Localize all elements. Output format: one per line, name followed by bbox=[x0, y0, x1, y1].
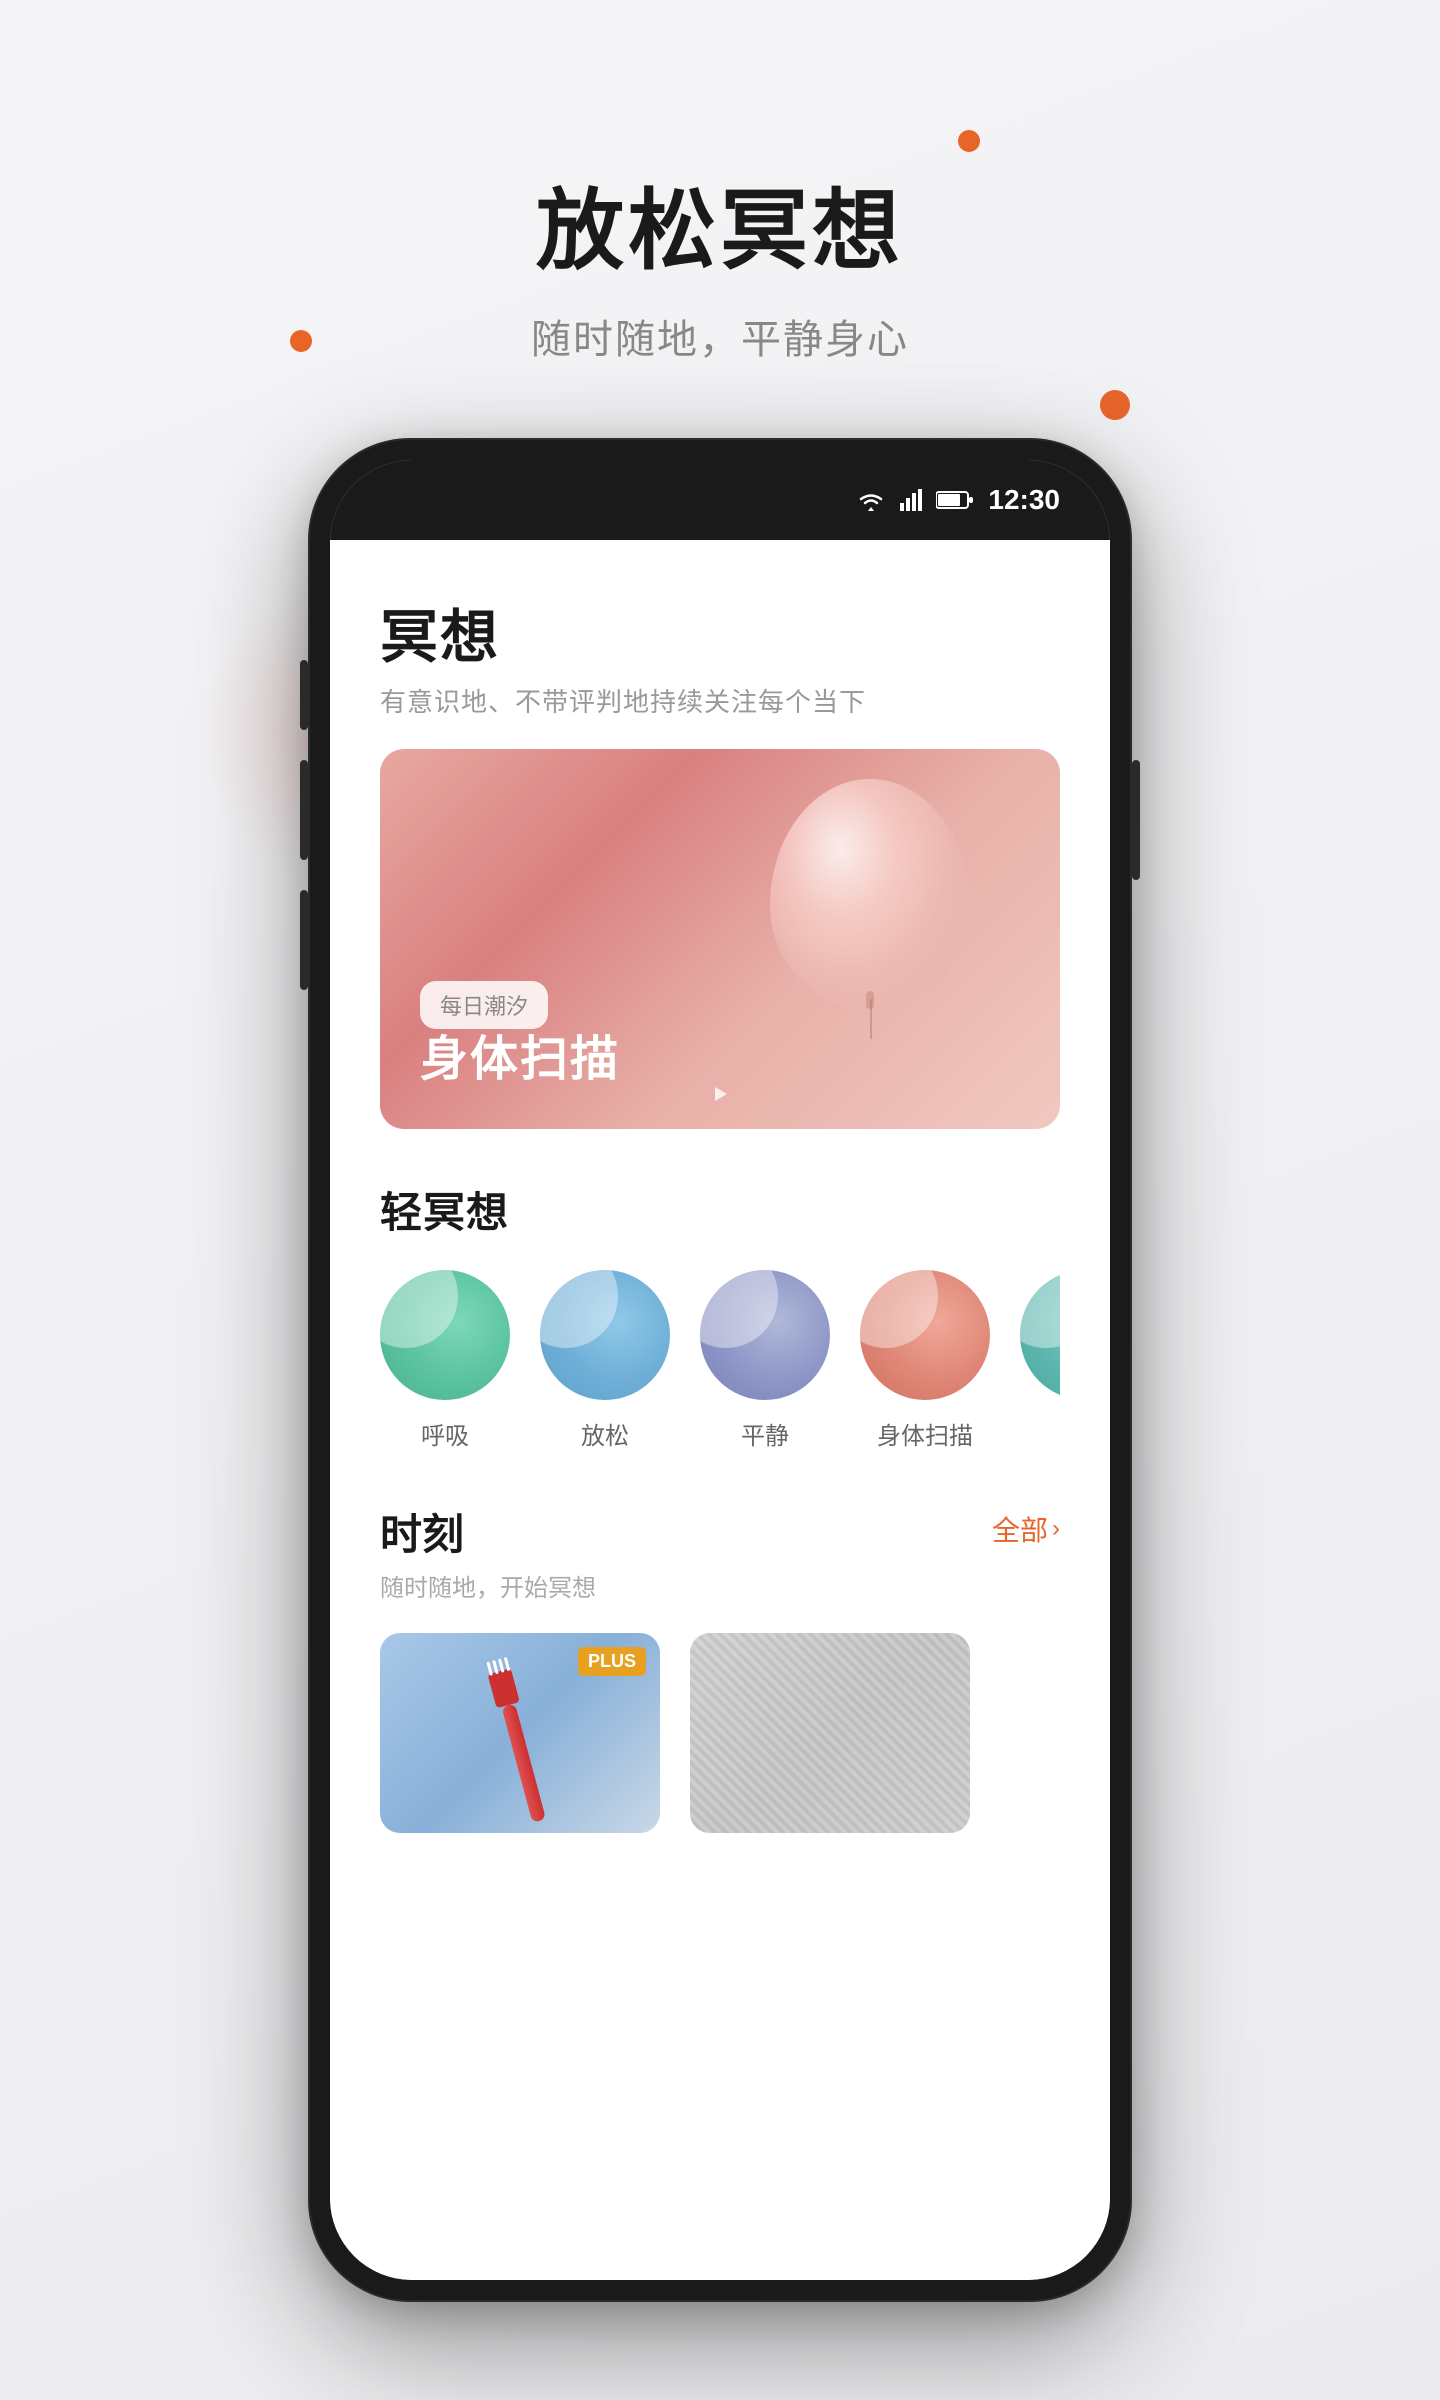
page-header: 放松冥想 随时随地，平静身心 bbox=[0, 160, 1440, 365]
decorative-dot-right bbox=[1100, 390, 1130, 420]
play-indicator bbox=[710, 1084, 730, 1109]
hero-banner[interactable]: 每日潮汐 身体扫描 bbox=[380, 749, 1060, 1129]
moments-subtitle: 随时随地，开始冥想 bbox=[380, 1568, 596, 1603]
moments-header: 时刻 随时随地，开始冥想 全部 › bbox=[380, 1501, 1060, 1603]
circle-item-body-scan[interactable]: 身体扫描 bbox=[860, 1270, 990, 1451]
decorative-dot-top bbox=[958, 130, 980, 152]
meditation-header: 冥想 有意识地、不带评判地持续关注每个当下 bbox=[380, 590, 1060, 719]
meditation-section-desc: 有意识地、不带评判地持续关注每个当下 bbox=[380, 682, 1060, 719]
volume-up-button bbox=[300, 760, 308, 860]
status-icons: 12:30 bbox=[856, 484, 1060, 516]
bristle-1 bbox=[486, 1662, 493, 1676]
moments-title: 时刻 bbox=[380, 1501, 596, 1562]
circle-bubble-body-scan bbox=[860, 1270, 990, 1400]
circle-label-breathing: 呼吸 bbox=[421, 1416, 469, 1451]
app-inner: 冥想 有意识地、不带评判地持续关注每个当下 每日潮汐 身体扫描 bbox=[330, 540, 1110, 2280]
moments-more-button[interactable]: 全部 › bbox=[992, 1509, 1060, 1549]
toothbrush-handle bbox=[501, 1703, 546, 1823]
signal-icon bbox=[900, 489, 922, 511]
moments-title-group: 时刻 随时随地，开始冥想 bbox=[380, 1501, 596, 1603]
toothbrush-image: PLUS bbox=[380, 1633, 660, 1833]
circle-label-calm: 平静 bbox=[741, 1416, 789, 1451]
balloon-illustration bbox=[760, 779, 980, 1039]
bristle-2 bbox=[492, 1660, 499, 1674]
hero-title: 身体扫描 bbox=[420, 1019, 620, 1089]
circle-label-body-scan: 身体扫描 bbox=[877, 1416, 973, 1451]
phone-screen: 12:30 冥想 有意识地、不带评判地持续关注每个当下 bbox=[330, 460, 1110, 2280]
bristle-4 bbox=[504, 1657, 511, 1671]
wifi-icon bbox=[856, 489, 886, 511]
toothbrush-head bbox=[488, 1668, 520, 1708]
moment-card-fabric[interactable] bbox=[690, 1633, 970, 1833]
circle-label-relax: 放松 bbox=[581, 1416, 629, 1451]
page-subtitle: 随时随地，平静身心 bbox=[0, 307, 1440, 365]
phone-body: 12:30 冥想 有意识地、不带评判地持续关注每个当下 bbox=[310, 440, 1130, 2300]
circle-item-breathing[interactable]: 呼吸 bbox=[380, 1270, 510, 1451]
toothbrush-illustration bbox=[493, 1670, 551, 1823]
balloon-string bbox=[870, 999, 872, 1039]
circle-item-relax[interactable]: 放松 bbox=[540, 1270, 670, 1451]
circle-bubble-relax bbox=[540, 1270, 670, 1400]
meditation-section-title: 冥想 bbox=[380, 590, 1060, 674]
status-bar: 12:30 bbox=[330, 460, 1110, 540]
toothbrush-bristles bbox=[486, 1657, 510, 1676]
volume-down-button bbox=[300, 890, 308, 990]
status-time: 12:30 bbox=[988, 484, 1060, 516]
circle-item-calm[interactable]: 平静 bbox=[700, 1270, 830, 1451]
circle-bubble-breathing bbox=[380, 1270, 510, 1400]
circle-bubble-more bbox=[1020, 1270, 1060, 1400]
circle-bubble-calm bbox=[700, 1270, 830, 1400]
notch bbox=[620, 460, 820, 520]
phone-mockup: 12:30 冥想 有意识地、不带评判地持续关注每个当下 bbox=[310, 440, 1130, 2300]
moments-cards-row: PLUS bbox=[380, 1633, 1060, 1833]
bristle-3 bbox=[498, 1658, 505, 1672]
light-meditation-title: 轻冥想 bbox=[380, 1179, 1060, 1240]
meditation-circles-row: 呼吸 放松 平静 bbox=[380, 1270, 1060, 1451]
circle-item-more[interactable]: 暂 bbox=[1020, 1270, 1060, 1451]
app-content: 冥想 有意识地、不带评判地持续关注每个当下 每日潮汐 身体扫描 bbox=[330, 540, 1110, 2280]
power-button bbox=[1132, 760, 1140, 880]
balloon-body bbox=[770, 779, 970, 1009]
chevron-right-icon: › bbox=[1052, 1515, 1060, 1543]
mute-button bbox=[300, 660, 308, 730]
moments-more-label: 全部 bbox=[992, 1509, 1048, 1549]
moment-card-toothbrush[interactable]: PLUS bbox=[380, 1633, 660, 1833]
fabric-pattern bbox=[690, 1633, 970, 1833]
plus-badge: PLUS bbox=[578, 1647, 646, 1676]
page-title: 放松冥想 bbox=[0, 160, 1440, 287]
moments-section: 时刻 随时随地，开始冥想 全部 › bbox=[380, 1501, 1060, 1833]
battery-icon bbox=[936, 490, 974, 510]
light-meditation-section: 轻冥想 呼吸 放松 bbox=[380, 1179, 1060, 1451]
